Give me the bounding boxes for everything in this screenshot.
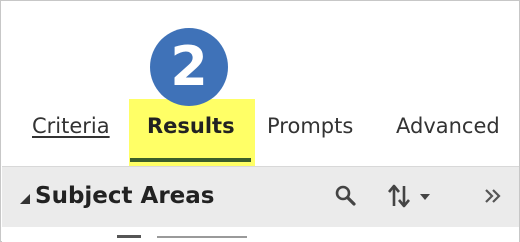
tree-item-label-fragment xyxy=(157,236,247,238)
step-number: 2 xyxy=(170,35,208,98)
pane-title: Subject Areas xyxy=(35,183,215,209)
sort-icon[interactable] xyxy=(387,181,433,211)
selected-tab-indicator xyxy=(130,158,251,162)
subject-areas-header[interactable]: Subject Areas xyxy=(20,183,214,209)
tab-prompts[interactable]: Prompts xyxy=(267,113,353,139)
search-icon[interactable] xyxy=(332,181,360,211)
subject-areas-list-edge xyxy=(2,227,519,242)
results-editor-panel: 2 Criteria Results Prompts Advanced Subj… xyxy=(0,0,520,242)
tab-advanced[interactable]: Advanced xyxy=(396,113,500,139)
collapse-triangle-icon[interactable] xyxy=(20,194,30,204)
step-number-badge: 2 xyxy=(150,28,228,106)
tree-item-icon-fragment xyxy=(117,235,141,238)
more-options-icon[interactable] xyxy=(480,181,508,211)
subject-areas-toolbar: Subject Areas xyxy=(2,166,519,227)
tab-criteria[interactable]: Criteria xyxy=(32,113,110,139)
tab-results[interactable]: Results xyxy=(147,113,235,139)
